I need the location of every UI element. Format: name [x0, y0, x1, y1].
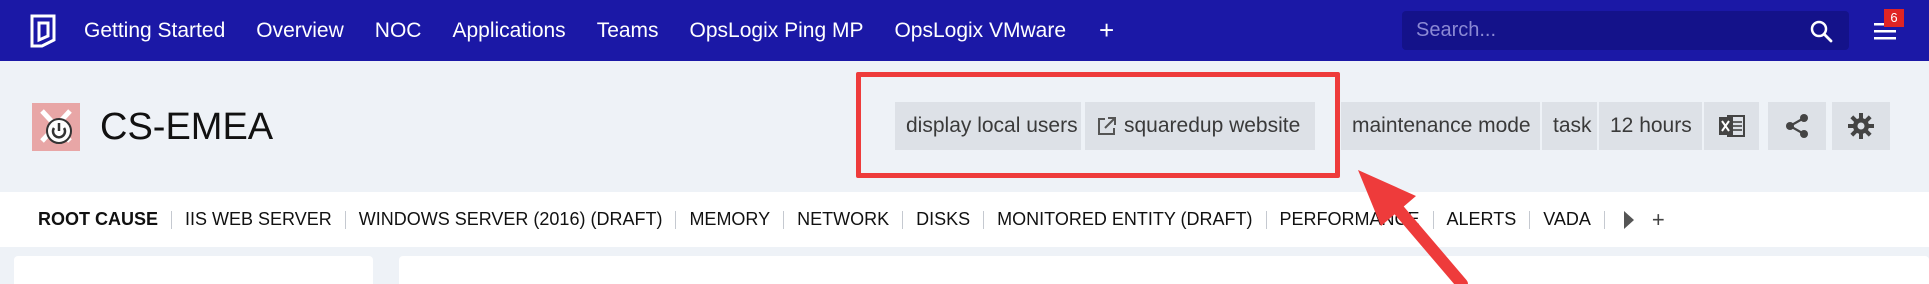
- nav-menu: Getting Started Overview NOC Application…: [84, 0, 1114, 61]
- tab-scroll-right-icon[interactable]: [1622, 209, 1636, 231]
- nav-item-teams[interactable]: Teams: [597, 0, 659, 61]
- tab-separator: [171, 210, 173, 229]
- time-range-button[interactable]: 12 hours: [1599, 102, 1702, 150]
- maintenance-mode-label: maintenance mode: [1352, 114, 1531, 137]
- excel-export-icon[interactable]: [1704, 102, 1759, 150]
- tab-separator: [1603, 210, 1605, 229]
- page-header: CS-EMEA display local users squaredup we…: [0, 61, 1929, 192]
- highlight-annotation-box: [856, 72, 1340, 178]
- nav-item-noc[interactable]: NOC: [375, 0, 422, 61]
- tab-separator: [1265, 210, 1267, 229]
- tab-separator: [344, 210, 346, 229]
- tab-network[interactable]: NETWORK: [797, 209, 889, 230]
- tab-root-cause[interactable]: ROOT CAUSE: [38, 209, 158, 230]
- task-button[interactable]: task: [1542, 102, 1597, 150]
- time-range-label: 12 hours: [1610, 114, 1692, 137]
- tab-alerts[interactable]: ALERTS: [1447, 209, 1517, 230]
- tab-bar: ROOT CAUSE IIS WEB SERVER WINDOWS SERVER…: [0, 192, 1929, 247]
- add-nav-item-button[interactable]: +: [1099, 0, 1114, 61]
- search-input[interactable]: [1402, 19, 1801, 42]
- nav-item-opslogix-vmware[interactable]: OpsLogix VMware: [894, 0, 1066, 61]
- tab-vada[interactable]: VADA: [1543, 209, 1591, 230]
- share-icon[interactable]: [1768, 102, 1826, 150]
- tab-memory[interactable]: MEMORY: [689, 209, 770, 230]
- tab-separator: [1529, 210, 1531, 229]
- settings-gear-icon[interactable]: [1832, 102, 1890, 150]
- add-tab-button[interactable]: +: [1652, 207, 1665, 233]
- tab-disks[interactable]: DISKS: [916, 209, 970, 230]
- task-label: task: [1553, 114, 1592, 137]
- tab-separator: [1432, 210, 1434, 229]
- page-title: CS-EMEA: [100, 106, 274, 148]
- left-panel: [14, 256, 373, 284]
- main-panel: [399, 256, 1929, 284]
- tab-iis-web-server[interactable]: IIS WEB SERVER: [185, 209, 332, 230]
- nav-item-opslogix-ping-mp[interactable]: OpsLogix Ping MP: [690, 0, 864, 61]
- nav-item-applications[interactable]: Applications: [452, 0, 565, 61]
- tab-separator: [675, 210, 677, 229]
- tab-windows-server-2016-draft[interactable]: WINDOWS SERVER (2016) (DRAFT): [359, 209, 663, 230]
- tab-monitored-entity-draft[interactable]: MONITORED ENTITY (DRAFT): [997, 209, 1252, 230]
- tab-performance[interactable]: PERFORMANCE: [1280, 209, 1420, 230]
- tab-separator: [783, 210, 785, 229]
- tab-separator: [983, 210, 985, 229]
- nav-item-overview[interactable]: Overview: [256, 0, 344, 61]
- squaredup-logo-icon[interactable]: [22, 10, 64, 52]
- tab-separator: [902, 210, 904, 229]
- power-icon: [32, 103, 80, 151]
- search-box: [1402, 11, 1849, 50]
- maintenance-mode-button[interactable]: maintenance mode: [1341, 102, 1540, 150]
- search-icon[interactable]: [1801, 11, 1841, 50]
- notification-badge: 6: [1884, 9, 1904, 27]
- nav-item-getting-started[interactable]: Getting Started: [84, 0, 225, 61]
